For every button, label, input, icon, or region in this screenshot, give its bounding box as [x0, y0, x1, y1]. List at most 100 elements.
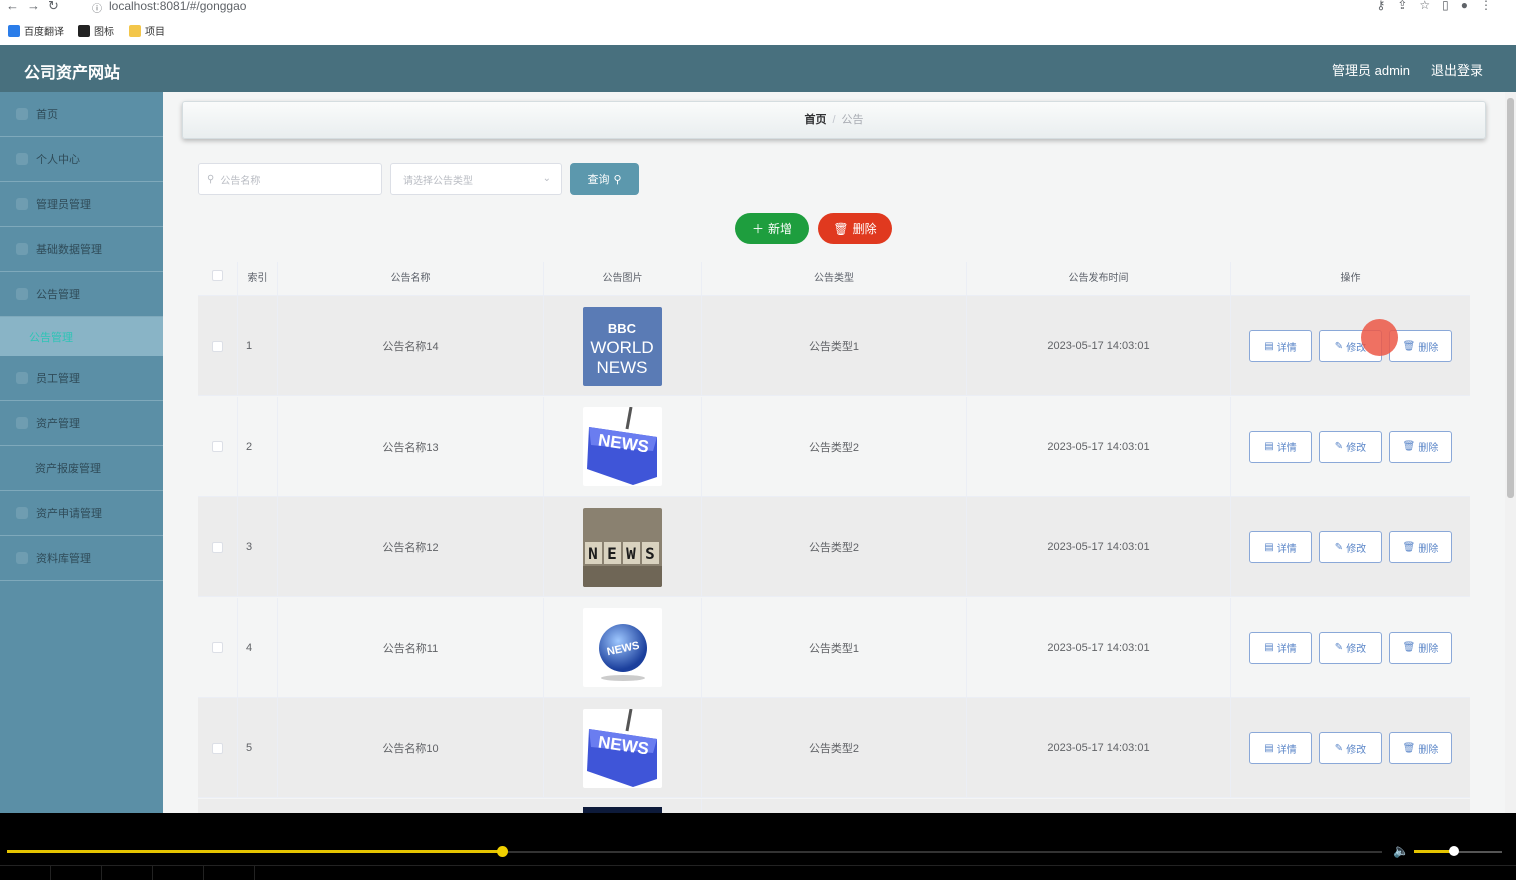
row-time: 2023-05-17 14:03:01 [967, 597, 1231, 698]
bookmark-project[interactable]: 项目 [129, 23, 165, 38]
row-select-cell[interactable] [198, 497, 238, 597]
table-row[interactable]: 1 公告名称14 BBC WORLD NEWS 公告类型1 2023-05-17 1… [198, 296, 1470, 396]
row-checkbox[interactable] [212, 642, 223, 653]
table-row[interactable] [198, 798, 1470, 813]
bookmark-icons[interactable]: 图标 [78, 23, 114, 38]
table-row[interactable]: 3 公告名称12 NEWS 公告类型2 2023-05-17 14:03:01 … [198, 497, 1470, 597]
row-checkbox[interactable] [212, 541, 223, 553]
notice-name-placeholder: 公告名称 [220, 175, 261, 187]
table-row[interactable]: 5 公告名称10 NEWS 公告类型2 2023-05-17 14:03:01 … [198, 698, 1470, 798]
table-row[interactable]: 4 公告名称11 NEWS 公告类型1 2023-05-17 14:03:01 … [198, 597, 1470, 698]
detail-button[interactable]: ▤ 详情 [1249, 732, 1312, 764]
notice-type-select[interactable]: 请选择公告类型 ⌄ [390, 163, 562, 195]
row-select-cell[interactable] [198, 396, 238, 497]
apply-icon [16, 507, 28, 519]
table-row[interactable]: 2 公告名称13 NEWS 公告类型2 2023-05-17 14:03:01 … [198, 396, 1470, 497]
row-type: 公告类型2 [702, 396, 967, 497]
select-all-checkbox[interactable] [212, 270, 223, 281]
row-delete-button[interactable]: 🗑 删除 [1389, 330, 1452, 362]
detail-label: 详情 [1276, 443, 1297, 454]
scrollbar-thumb[interactable] [1507, 98, 1514, 498]
app-header: 公司资产网站 管理员 admin 退出登录 [0, 45, 1516, 92]
progress-knob[interactable] [497, 846, 508, 857]
query-button[interactable]: 查询 ⚲ [570, 163, 639, 195]
volume-icon[interactable]: 🔈 [1393, 843, 1409, 859]
header-select-all[interactable] [198, 262, 238, 296]
pencil-icon: ✎ [1334, 642, 1344, 653]
sidebar-subitem-notice[interactable]: 公告管理 [0, 317, 163, 356]
row-image-cell [544, 798, 702, 813]
sidebar-item-asset-scrap[interactable]: 资产报废管理 [0, 446, 163, 491]
notice-table: 索引 公告名称 公告图片 公告类型 公告发布时间 操作 1 公告名称14 BBC… [198, 262, 1470, 813]
bookmark-translate[interactable]: 百度翻译 [8, 23, 64, 38]
search-icon: ⚲ [613, 173, 622, 186]
segment-divider [152, 866, 153, 880]
row-delete-button[interactable]: 🗑 删除 [1389, 531, 1452, 563]
search-icon: ⚲ [207, 173, 215, 185]
pencil-icon: ✎ [1334, 541, 1344, 553]
notice-thumbnail[interactable]: NEWS [583, 608, 662, 687]
detail-button[interactable]: ▤ 详情 [1249, 330, 1312, 362]
row-select-cell[interactable] [198, 597, 238, 698]
bbc-line2-text: NEWS [597, 358, 648, 377]
edit-button[interactable]: ✎ 修改 [1319, 631, 1382, 664]
breadcrumb-home[interactable]: 首页 [804, 114, 826, 126]
add-button[interactable]: ＋ 新增 [735, 213, 809, 244]
row-checkbox[interactable] [212, 340, 223, 352]
notice-name-input[interactable]: ⚲ 公告名称 [198, 163, 382, 195]
row-delete-button[interactable]: 🗑 删除 [1389, 430, 1452, 463]
logout-link[interactable]: 退出登录 [1431, 60, 1483, 79]
page-scrollbar[interactable] [1505, 92, 1516, 813]
row-checkbox[interactable] [212, 441, 223, 452]
sidebar-item-home[interactable]: 首页 [0, 92, 163, 137]
notice-thumbnail[interactable]: NEWS [583, 407, 662, 486]
pencil-icon: ✎ [1334, 441, 1344, 452]
detail-button[interactable]: ▤ 详情 [1249, 631, 1312, 664]
click-indicator [1361, 319, 1398, 356]
notice-thumbnail[interactable]: BBC WORLD NEWS [583, 306, 662, 386]
delete-label: 删除 [852, 222, 877, 236]
row-delete-button[interactable]: 🗑 删除 [1389, 732, 1452, 764]
header-type: 公告类型 [702, 262, 967, 296]
detail-button[interactable]: ▤ 详情 [1249, 430, 1312, 463]
volume-knob[interactable] [1448, 846, 1459, 856]
document-icon: ▤ [1264, 441, 1274, 452]
document-icon: ▤ [1264, 642, 1274, 653]
sidebar-item-asset-apply[interactable]: 资产申请管理 [0, 491, 163, 536]
block-letter: W [626, 544, 636, 563]
row-time: 2023-05-17 14:03:01 [967, 698, 1231, 798]
notice-thumbnail[interactable]: NEWS [583, 708, 662, 788]
site-title: 公司资产网站 [24, 65, 121, 82]
row-select-cell[interactable] [198, 698, 238, 798]
detail-button[interactable]: ▤ 详情 [1249, 531, 1312, 563]
browser-toolbar-icons[interactable]: ⚷⇪☆▯●⋮ [1377, 0, 1504, 12]
sidebar-item-admin[interactable]: 管理员管理 [0, 182, 163, 227]
edit-button[interactable]: ✎ 修改 [1319, 732, 1382, 764]
trash-icon: 🗑 [1402, 642, 1416, 653]
row-select-cell[interactable] [198, 296, 238, 396]
browser-nav-icons[interactable]: ←→↻ [6, 0, 67, 14]
row-delete-button[interactable]: 🗑 删除 [1389, 631, 1452, 664]
site-info-icon[interactable]: ⓘ [92, 0, 102, 15]
sidebar-item-library[interactable]: 资料库管理 [0, 536, 163, 581]
detail-label: 详情 [1276, 744, 1297, 756]
sidebar-item-assets[interactable]: 资产管理 [0, 401, 163, 446]
news-globe-image: NEWS [583, 608, 662, 687]
url-text[interactable]: localhost:8081/#/gonggao [109, 0, 246, 13]
row-type: 公告类型1 [702, 597, 967, 698]
row-checkbox[interactable] [212, 742, 223, 754]
user-icon [16, 153, 28, 165]
row-index: 1 [238, 296, 278, 396]
notice-thumbnail[interactable]: NEWS [583, 507, 662, 587]
sidebar-item-basic-data[interactable]: 基础数据管理 [0, 227, 163, 272]
edit-button[interactable]: ✎ 修改 [1319, 430, 1382, 463]
row-image-cell: NEWS [544, 698, 702, 798]
sidebar-item-notice[interactable]: 公告管理 [0, 272, 163, 317]
sidebar: 首页 个人中心 管理员管理 基础数据管理 公告管理 公告管理 员工管理 资产管理… [0, 92, 163, 813]
batch-delete-button[interactable]: 🗑 删除 [818, 213, 892, 244]
edit-button[interactable]: ✎ 修改 [1319, 531, 1382, 563]
row-time: 2023-05-17 14:03:01 [967, 396, 1231, 497]
sidebar-item-profile[interactable]: 个人中心 [0, 137, 163, 182]
player-segments [0, 865, 1516, 880]
sidebar-item-staff[interactable]: 员工管理 [0, 356, 163, 401]
